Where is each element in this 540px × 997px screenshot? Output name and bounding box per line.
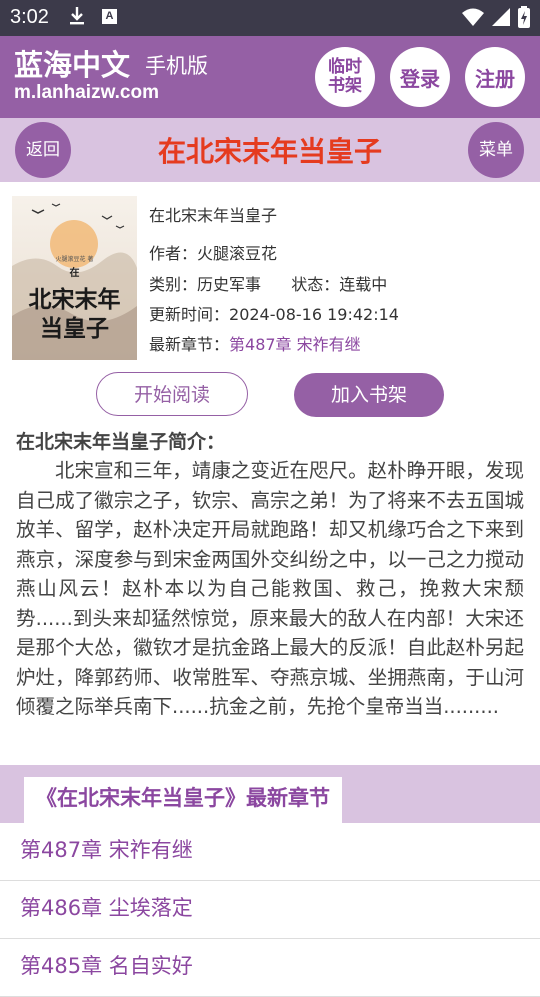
updated-row: 更新时间：2024-08-16 19:42:14 [149, 301, 399, 325]
download-icon [68, 5, 86, 32]
wifi-icon [462, 8, 484, 30]
category-label: 类别： [149, 275, 198, 294]
latest-chapters-tab[interactable]: 《在北宋末年当皇子》最新章节 [24, 777, 342, 823]
register-button[interactable]: 注册 [465, 47, 525, 107]
status-time: 3:02 [10, 6, 49, 28]
book-title[interactable]: 在北宋末年当皇子 [149, 202, 277, 226]
page-title: 在北宋末年当皇子 [157, 135, 382, 168]
latest-chapter-link[interactable]: 第487章 宋祚有继 [229, 335, 361, 354]
menu-button[interactable]: 菜单 [468, 122, 524, 178]
site-domain: m.lanhaizw.com [14, 82, 159, 103]
book-cover[interactable]: 火腿滚豆花 著 在 北宋末年 当皇子 [12, 196, 137, 360]
intro-heading: 在北宋末年当皇子简介： [16, 431, 226, 453]
author-row: 作者：火腿滚豆花 [149, 240, 277, 264]
state-label: 状态： [291, 275, 340, 294]
status-bar: 3:02 A [0, 0, 540, 36]
latest-label: 最新章节： [149, 335, 230, 354]
back-button[interactable]: 返回 [15, 122, 71, 178]
signal-icon [492, 8, 510, 30]
site-mobile-label: 手机版 [145, 54, 208, 78]
state-value: 连载中 [339, 275, 388, 294]
latest-chapters-header: 《在北宋末年当皇子》最新章节 [0, 765, 540, 823]
updated-label: 更新时间： [149, 305, 230, 324]
latest-row: 最新章节：第487章 宋祚有继 [149, 331, 361, 355]
author-name: 火腿滚豆花 [197, 244, 278, 263]
chapter-item[interactable]: 第487章 宋祚有继 [0, 823, 540, 881]
cover-zai: 在 [69, 268, 80, 279]
category-value: 历史军事 [197, 275, 262, 294]
chapter-item[interactable]: 第486章 尘埃落定 [0, 881, 540, 939]
intro-text: 北宋宣和三年，靖康之变近在咫尺。赵朴睁开眼，发现自己成了徽宗之子，钦宗、高宗之弟… [16, 459, 524, 718]
battery-icon [518, 6, 530, 32]
login-button[interactable]: 登录 [390, 47, 450, 107]
temp-shelf-label-1: 临时 [328, 57, 362, 77]
cover-title-line2: 当皇子 [40, 315, 109, 342]
site-header: 蓝海中文 手机版 m.lanhaizw.com 临时 书架 登录 注册 [0, 36, 540, 118]
category-row: 类别：历史军事 状态：连载中 [149, 271, 387, 295]
start-reading-button[interactable]: 开始阅读 [96, 372, 248, 416]
book-title-bar: 在北宋末年当皇子 返回 菜单 [0, 118, 540, 182]
site-logo[interactable]: 蓝海中文 [14, 42, 130, 84]
temp-shelf-label-2: 书架 [328, 76, 362, 96]
author-label: 作者： [149, 244, 198, 263]
temp-shelf-button[interactable]: 临时 书架 [315, 47, 375, 107]
add-to-shelf-button[interactable]: 加入书架 [294, 373, 444, 417]
chapter-list: 第487章 宋祚有继 第486章 尘埃落定 第485章 名自实好 [0, 823, 540, 997]
chapter-item[interactable]: 第485章 名自实好 [0, 939, 540, 997]
cover-author: 火腿滚豆花 著 [55, 256, 94, 263]
notification-a-icon: A [102, 9, 117, 24]
updated-value: 2024-08-16 19:42:14 [229, 305, 399, 324]
